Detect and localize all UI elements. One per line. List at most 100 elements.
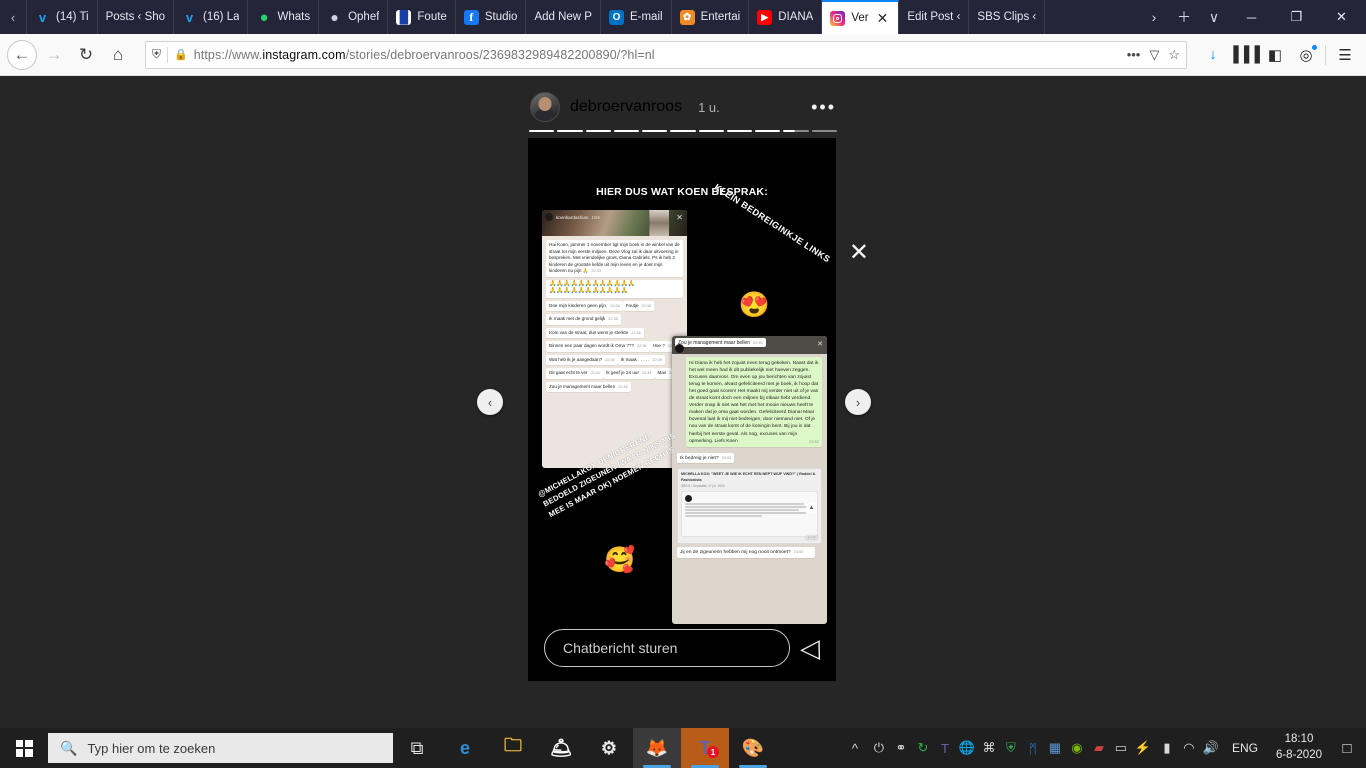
tray-security-icon[interactable]: ⛨ [1000,728,1022,768]
previous-story-button[interactable]: ‹ [477,389,503,415]
tray-link-icon[interactable]: ⚭ [890,728,912,768]
tray-bluetooth-icon[interactable]: ᛗ [1022,728,1044,768]
scroll-tabs-right-button[interactable]: › [1139,0,1169,34]
tray-power-plug-icon[interactable]: ⚡ [1132,728,1154,768]
scroll-tabs-left-button[interactable]: ‹ [0,0,26,34]
browser-tab[interactable]: Edit Post ‹ [899,0,969,34]
tray-network-tool-icon[interactable]: ▦ [1044,728,1066,768]
url-bar[interactable]: ⛨ 🔒 https://www.instagram.com/stories/de… [145,41,1187,69]
firefox-icon[interactable]: 🦊 [633,728,681,768]
tray-network-tool-icon-glyph: ▦ [1049,740,1061,756]
url-bar-actions: ••• ▽ ☆ [1127,47,1180,63]
edge-icon[interactable]: e [441,728,489,768]
tray-wifi-icon-glyph: ◠ [1183,740,1194,756]
microsoft-store-icon[interactable]: 🛎 [537,728,585,768]
url-text[interactable]: https://www.instagram.com/stories/debroe… [194,48,1121,62]
tray-sync-icon[interactable]: ↻ [912,728,934,768]
story-options-button[interactable]: ••• [811,103,836,111]
tray-teams-icon[interactable]: T [934,728,956,768]
card-text-line [685,509,799,511]
language-indicator[interactable]: ENG [1224,741,1266,755]
tray-globe-icon[interactable]: 🌐 [956,728,978,768]
right-contact-avatar [675,344,684,353]
windows-taskbar: 🔍 Typ hier om te zoeken ⧉ e🗀🛎⚙🦊T1🎨 ^ ⏻⚭↻… [0,728,1366,768]
home-button[interactable]: ⌂ [103,40,133,70]
browser-tab[interactable]: Add New P [526,0,601,34]
list-all-tabs-button[interactable]: ∨ [1199,0,1229,34]
bookmark-star-icon[interactable]: ☆ [1168,47,1180,63]
close-tab-button[interactable]: ✕ [875,11,891,25]
tray-display-icon[interactable]: ▭ [1110,728,1132,768]
tray-colors-icon[interactable]: ▰ [1088,728,1110,768]
browser-tab[interactable]: ▶DIANA [749,0,822,34]
browser-tab[interactable]: ᴠ(16) La [174,0,248,34]
close-window-button[interactable]: ✕ [1319,9,1364,25]
reload-button[interactable]: ↻ [71,40,101,70]
tray-wifi-icon[interactable]: ◠ [1178,728,1200,768]
sidebar-icon[interactable]: ◧ [1261,40,1289,70]
browser-tab[interactable]: ●Whats [248,0,319,34]
browser-tab[interactable]: █Foute [388,0,455,34]
browser-tab[interactable]: ✿Entertai [672,0,750,34]
tab-label: Ophef [348,11,379,23]
message-time: 22:35 [642,304,652,308]
action-center-button[interactable]: □ [1332,728,1362,768]
foute-icon: █ [396,10,411,25]
story-reply-input[interactable]: Chatbericht sturen [544,629,790,667]
tray-mouse-icon[interactable]: ⌘ [978,728,1000,768]
library-icon[interactable]: ▐▐▐ [1230,40,1258,70]
chat-message-bubble: Wat heb ik je aangedaan?22:39 [546,355,618,366]
message-time: 22:33 [591,269,601,273]
minimize-window-button[interactable]: ─ [1229,9,1274,25]
paint-icon[interactable]: 🎨 [729,728,777,768]
shared-video-card: MICHELLA KOX: "WEET JE WIE IK ECHT EEN N… [677,468,822,544]
task-view-button[interactable]: ⧉ [393,728,441,768]
story-progress-segment [812,130,837,132]
restore-window-button[interactable]: ❐ [1274,9,1319,25]
tray-volume-icon[interactable]: 🔊 [1200,728,1222,768]
browser-tab[interactable]: Ver✕ [822,0,899,34]
tab-bar-controls: › ＋ ∨ ─ ❐ ✕ [1137,0,1366,34]
tracking-protection-shield-icon[interactable]: ⛨ [152,47,161,62]
browser-tab[interactable]: Posts ‹ Sho [98,0,174,34]
next-story-button[interactable]: › [845,389,871,415]
browser-tab[interactable]: SBS Clips ‹ [969,0,1045,34]
tray-nvidia-icon[interactable]: ◉ [1066,728,1088,768]
story-progress-segment [727,130,752,132]
close-story-button[interactable]: ✕ [849,241,869,265]
microsoft-teams-icon[interactable]: T1 [681,728,729,768]
entertainment-icon: ✿ [680,10,695,25]
settings-icon[interactable]: ⚙ [585,728,633,768]
tab-label: Posts ‹ Sho [106,11,165,23]
lock-icon[interactable]: 🔒 [174,48,188,61]
browser-tab[interactable]: ●Ophef [319,0,388,34]
twitter-icon: ᴠ [182,10,197,25]
send-message-icon[interactable]: ◁ [800,635,820,661]
tray-shutdown-icon[interactable]: ⏻ [868,728,890,768]
avatar[interactable] [530,92,560,122]
app-menu-button[interactable]: ☰ [1331,40,1359,70]
start-button[interactable] [0,728,48,768]
pocket-icon[interactable]: ▽ [1149,47,1159,63]
browser-tab[interactable]: fStudio [456,0,527,34]
downloads-icon[interactable]: ↓ [1199,40,1227,70]
browser-tab[interactable]: OE-mail [601,0,672,34]
taskbar-search-box[interactable]: 🔍 Typ hier om te zoeken [48,733,393,763]
outgoing-message-bubble: Hi Diana ik heb het zojuist even terug g… [686,357,822,447]
back-button[interactable]: ← [7,40,37,70]
show-hidden-icons-button[interactable]: ^ [844,728,866,768]
forward-button[interactable]: → [39,40,69,70]
story-username[interactable]: debroervanroos [570,98,682,116]
file-explorer-icon[interactable]: 🗀 [489,728,537,768]
tab-label: DIANA [778,11,813,23]
browser-tab[interactable]: ᴠ(14) Ti [26,0,98,34]
message-time: 22:39 [653,358,663,362]
taskbar-clock[interactable]: 18:10 6-8-2020 [1268,732,1330,763]
story-canvas[interactable]: HIER DUS WAT KOEN BESPRAK: koenkardashia… [528,138,836,681]
chat-message-bubble: Hai Koen, jammer 1 november ligt mijn bo… [546,240,683,277]
new-tab-button[interactable]: ＋ [1169,0,1199,34]
page-actions-icon[interactable]: ••• [1127,47,1141,62]
account-icon[interactable]: ◎ [1292,40,1320,70]
header-quoted-time: 22:48 [753,341,763,345]
tray-battery-icon[interactable]: ▮ [1156,728,1178,768]
